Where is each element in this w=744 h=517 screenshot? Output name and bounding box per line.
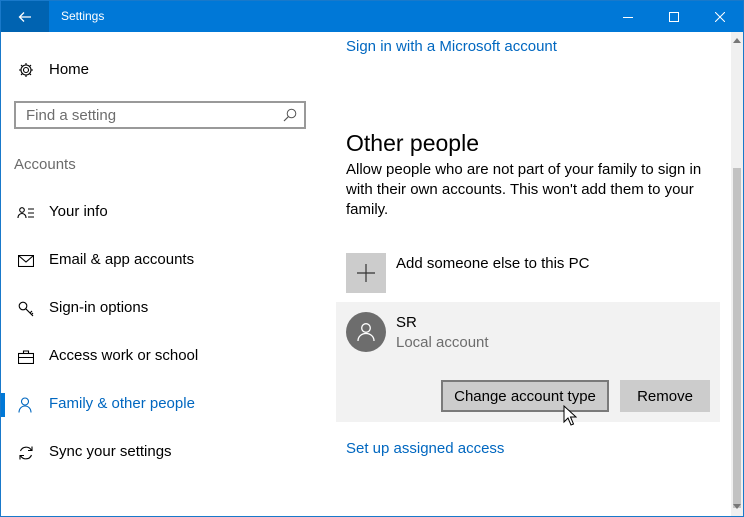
assigned-access-link[interactable]: Set up assigned access [346, 440, 504, 457]
page-title: Other people [346, 130, 479, 157]
sidebar-item-your-info[interactable]: Your info [1, 193, 323, 233]
main-content: Sign in with a Microsoft account Other p… [323, 32, 731, 516]
gear-icon [17, 61, 35, 79]
scroll-up-icon[interactable] [731, 34, 743, 46]
sidebar: Home Accounts Your info [1, 32, 323, 516]
sidebar-item-label: Your info [49, 203, 108, 220]
sidebar-item-email-app-accounts[interactable]: Email & app accounts [1, 241, 323, 281]
sidebar-item-sync-settings[interactable]: Sync your settings [1, 433, 323, 473]
scroll-down-icon[interactable] [731, 500, 743, 512]
remove-button[interactable]: Remove [620, 380, 710, 412]
user-silhouette-icon [357, 323, 375, 342]
maximize-button[interactable] [651, 1, 697, 32]
title-bar: Settings [1, 1, 743, 32]
account-type: Local account [396, 334, 489, 351]
home-nav[interactable]: Home [1, 52, 323, 88]
person-card-icon [17, 204, 35, 222]
search-input[interactable] [26, 103, 276, 127]
person-icon [17, 396, 35, 414]
minimize-icon [623, 16, 633, 18]
add-someone-button[interactable] [346, 253, 386, 293]
window-title: Settings [61, 9, 105, 23]
settings-window: Settings Home Find a setting Accounts Yo… [0, 0, 744, 517]
home-label: Home [49, 61, 90, 78]
sidebar-item-label: Family & other people [49, 395, 195, 412]
mail-icon [17, 252, 35, 270]
selection-indicator [1, 393, 5, 417]
sidebar-item-sign-in-options[interactable]: Sign-in options [1, 289, 323, 329]
sidebar-item-label: Sign-in options [49, 299, 149, 316]
sidebar-item-access-work-school[interactable]: Access work or school [1, 337, 323, 377]
accounts-heading: Accounts [14, 156, 76, 173]
account-card[interactable]: SR Local account Change account type Rem… [336, 302, 720, 422]
sidebar-item-label: Sync your settings [49, 443, 172, 460]
sidebar-item-label: Email & app accounts [49, 251, 195, 268]
account-name: SR [396, 314, 417, 331]
minimize-button[interactable] [605, 1, 651, 32]
avatar [346, 312, 386, 352]
search-icon [283, 108, 297, 122]
plus-icon [357, 264, 375, 282]
sidebar-item-family-other-people[interactable]: Family & other people [1, 385, 323, 425]
close-icon [715, 11, 725, 22]
vertical-scrollbar[interactable] [731, 32, 743, 516]
add-someone-label[interactable]: Add someone else to this PC [396, 255, 589, 272]
key-icon [17, 300, 35, 318]
sidebar-item-label: Access work or school [49, 347, 199, 364]
back-arrow-icon [18, 11, 31, 22]
back-button[interactable] [1, 1, 49, 32]
sync-icon [17, 444, 35, 462]
scroll-thumb[interactable] [733, 168, 741, 508]
close-button[interactable] [697, 1, 743, 32]
change-account-type-button[interactable]: Change account type [441, 380, 609, 412]
other-people-description: Allow people who are not part of your fa… [346, 161, 702, 218]
mouse-pointer-icon [563, 405, 577, 426]
briefcase-icon [17, 348, 35, 366]
search-box[interactable] [14, 101, 306, 129]
sign-in-microsoft-link[interactable]: Sign in with a Microsoft account [346, 38, 557, 55]
maximize-icon [669, 11, 679, 22]
